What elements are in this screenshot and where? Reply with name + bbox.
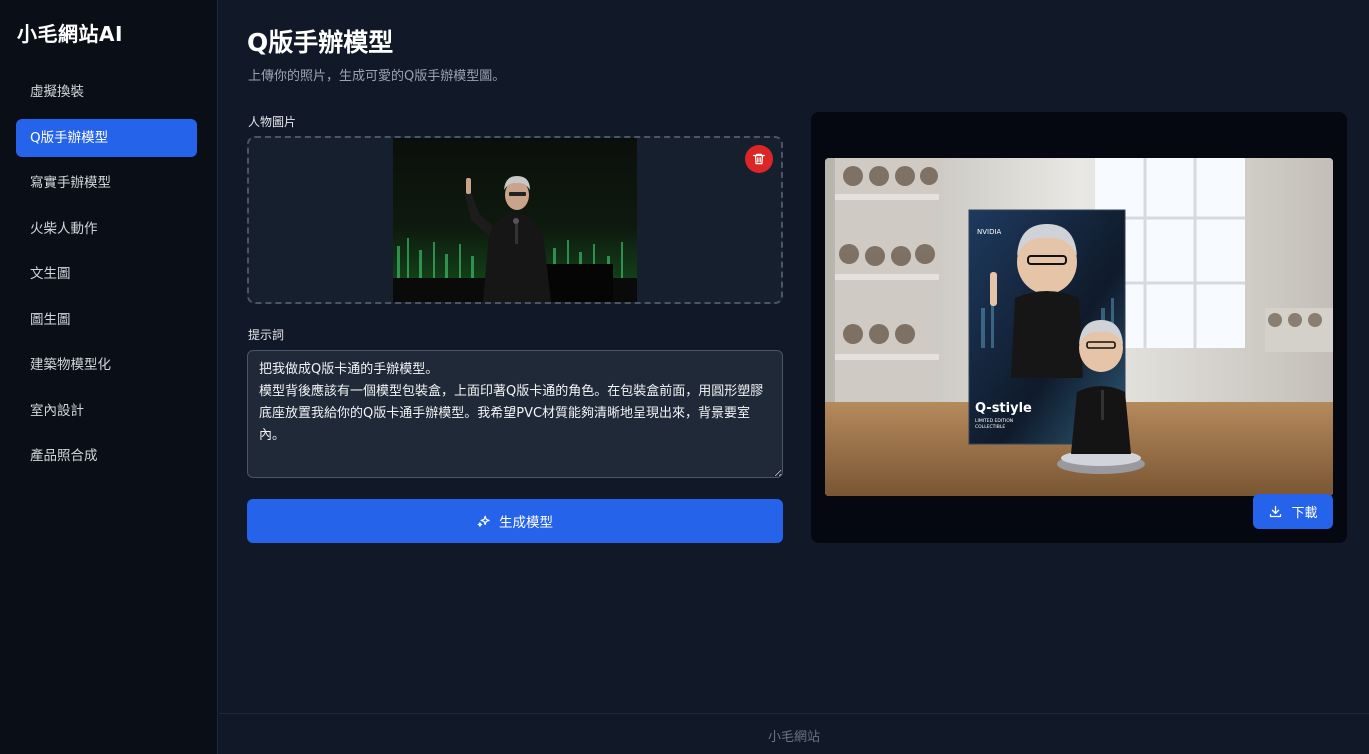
delete-image-button[interactable]: [745, 145, 773, 173]
image-dropzone[interactable]: [247, 136, 783, 304]
download-button[interactable]: 下載: [1253, 494, 1333, 529]
sidebar-nav: 虛擬換裝 Q版手辦模型 寫實手辦模型 火柴人動作 文生圖 圖生圖 建築物模型化 …: [16, 73, 197, 483]
sparkles-icon: [477, 515, 490, 527]
page-subtitle: 上傳你的照片，生成可愛的Q版手辦模型圖。: [248, 69, 506, 84]
download-icon: [1270, 505, 1282, 518]
sidebar: 小毛網站AI 虛擬換裝 Q版手辦模型 寫實手辦模型 火柴人動作 文生圖 圖生圖 …: [0, 0, 218, 754]
sidebar-item-text-to-image[interactable]: 文生圖: [16, 255, 197, 293]
image-field-label: 人物圖片: [248, 115, 297, 129]
uploaded-photo: [393, 138, 637, 302]
footer: 小毛網站: [219, 713, 1369, 754]
sidebar-item-stickman-pose[interactable]: 火柴人動作: [16, 210, 197, 248]
download-button-label: 下載: [1291, 506, 1318, 521]
box-edition-text: LIMITED EDITION: [975, 418, 1013, 424]
sidebar-item-building-model[interactable]: 建築物模型化: [16, 346, 197, 384]
prompt-field-label: 提示詞: [248, 328, 285, 342]
generated-image: NVIDIA Q-stiyle LIMITED EDITION COLLECTI…: [825, 158, 1333, 496]
result-panel: NVIDIA Q-stiyle LIMITED EDITION COLLECTI…: [811, 112, 1347, 543]
footer-text: 小毛網站: [767, 730, 820, 745]
sidebar-item-virtual-tryon[interactable]: 虛擬換裝: [16, 73, 197, 111]
sidebar-item-interior-design[interactable]: 室內設計: [16, 392, 197, 430]
brand-title: 小毛網站AI: [17, 22, 123, 46]
main-content: Q版手辦模型 上傳你的照片，生成可愛的Q版手辦模型圖。 人物圖片 提示詞 把我做…: [219, 0, 1369, 713]
generate-button-label: 生成模型: [499, 515, 553, 531]
generated-figure-image: NVIDIA Q-stiyle LIMITED EDITION COLLECTI…: [825, 158, 1333, 496]
sidebar-item-product-composite[interactable]: 產品照合成: [16, 437, 197, 475]
box-brand-text: NVIDIA: [977, 228, 1002, 236]
sidebar-item-image-to-image[interactable]: 圖生圖: [16, 301, 197, 339]
trash-icon: [753, 153, 765, 165]
page-title: Q版手辦模型: [247, 28, 394, 57]
prompt-textarea[interactable]: [247, 350, 783, 478]
uploaded-photo-image: [393, 138, 637, 302]
sidebar-item-q-figure[interactable]: Q版手辦模型: [16, 118, 197, 157]
box-sub-text: COLLECTIBLE: [975, 424, 1005, 430]
sidebar-item-realistic-figure[interactable]: 寫實手辦模型: [16, 164, 197, 202]
generate-model-button[interactable]: 生成模型: [247, 499, 783, 543]
box-title-text: Q-stiyle: [975, 401, 1032, 416]
